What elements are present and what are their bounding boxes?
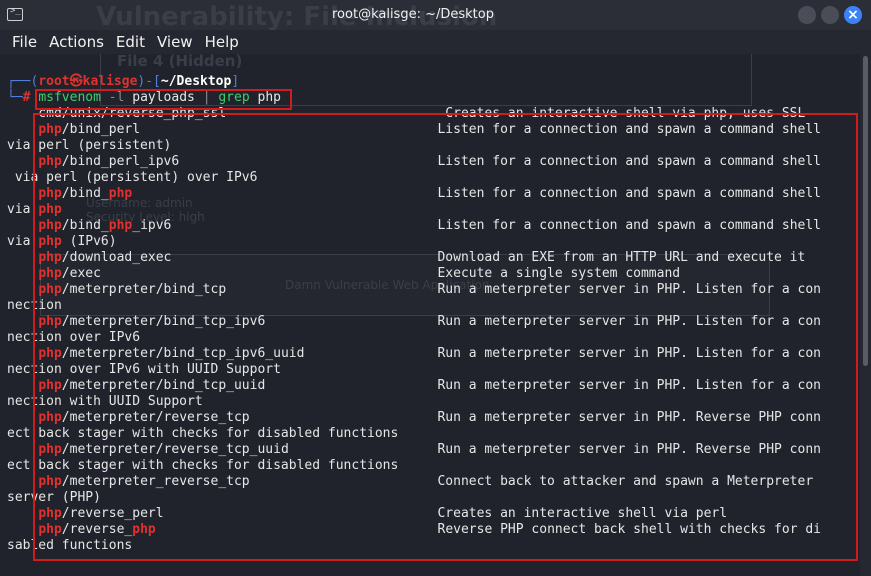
menu-edit[interactable]: Edit bbox=[110, 30, 151, 51]
payload-output-line: php/meterpreter/reverse_tcp Run a meterp… bbox=[38, 410, 821, 425]
first-output-line: cmd/unix/reverse_php_ssl Creates an inte… bbox=[7, 106, 806, 121]
scrollbar-thumb[interactable] bbox=[863, 56, 868, 366]
payload-output-line: php/meterpreter/bind_tcp_ipv6 Run a mete… bbox=[38, 314, 821, 329]
close-button[interactable]: × bbox=[844, 6, 862, 24]
payload-output-line: php/reverse_perl Creates an interactive … bbox=[38, 506, 728, 521]
payload-output-line: php/bind_php_ipv6 Listen for a connectio… bbox=[38, 218, 821, 233]
terminal-window: Vulnerability: File Inclusion >_ root@ka… bbox=[0, 0, 871, 576]
background-heading: File 4 (Hidden) bbox=[117, 54, 243, 70]
minimize-button[interactable] bbox=[798, 6, 816, 24]
payload-output-line: ect back stager with checks for disabled… bbox=[7, 458, 399, 473]
payload-output-line: via perl (persistent) bbox=[7, 138, 172, 153]
payload-output-line: php/meterpreter_reverse_tcp Connect back… bbox=[38, 474, 814, 489]
payload-output-line: via php (IPv6) bbox=[7, 234, 117, 249]
payload-output-line: server (PHP) bbox=[7, 490, 101, 505]
payload-output-line: nection bbox=[7, 298, 62, 313]
payload-output-line: php/bind_perl_ipv6 Listen for a connecti… bbox=[38, 154, 821, 169]
terminal-output[interactable]: File 4 (Hidden) Username: admin Security… bbox=[0, 54, 860, 576]
menu-actions[interactable]: Actions bbox=[43, 30, 110, 51]
menu-help[interactable]: Help bbox=[199, 30, 245, 51]
maximize-button[interactable] bbox=[821, 6, 839, 24]
payload-output-line: php/meterpreter/bind_tcp_ipv6_uuid Run a… bbox=[38, 346, 821, 361]
payload-output-line: php/meterpreter/bind_tcp Run a meterpret… bbox=[38, 282, 821, 297]
payload-output-line: php/meterpreter/bind_tcp_uuid Run a mete… bbox=[38, 378, 821, 393]
menu-file[interactable]: File bbox=[0, 30, 43, 51]
payload-output-line: php/bind_php Listen for a connection and… bbox=[38, 186, 821, 201]
payload-output-line: php/exec Execute a single system command bbox=[38, 266, 681, 281]
payload-output-line: php/bind_perl Listen for a connection an… bbox=[38, 122, 821, 137]
prompt-line-1: ┌──(root㉿kalisge)-[~/Desktop] bbox=[7, 74, 240, 89]
prompt-line-2: └─# msfvenom -l payloads | grep php bbox=[7, 90, 281, 105]
payload-output-line: sabled functions bbox=[7, 538, 133, 553]
payload-output-line: php/download_exec Download an EXE from a… bbox=[38, 250, 806, 265]
payload-output-line: nection over IPv6 with UUID Support bbox=[7, 362, 281, 377]
payload-output-line: nection over IPv6 bbox=[7, 330, 141, 345]
window-title: root@kalisge: ~/Desktop bbox=[332, 7, 494, 22]
payload-output-line: via perl (persistent) over IPv6 bbox=[7, 170, 258, 185]
title-bar[interactable]: Vulnerability: File Inclusion >_ root@ka… bbox=[0, 0, 871, 32]
menu-bar: File Actions Edit View Help bbox=[0, 30, 871, 54]
payload-output-line: via php bbox=[7, 202, 62, 217]
payload-output-line: ect back stager with checks for disabled… bbox=[7, 426, 399, 441]
payload-output-line: php/meterpreter/reverse_tcp_uuid Run a m… bbox=[38, 442, 821, 457]
menu-view[interactable]: View bbox=[151, 30, 199, 51]
scrollbar[interactable] bbox=[860, 54, 871, 576]
payload-output-line: nection with UUID Support bbox=[7, 394, 203, 409]
payload-output-line: php/reverse_php Reverse PHP connect back… bbox=[38, 522, 822, 537]
